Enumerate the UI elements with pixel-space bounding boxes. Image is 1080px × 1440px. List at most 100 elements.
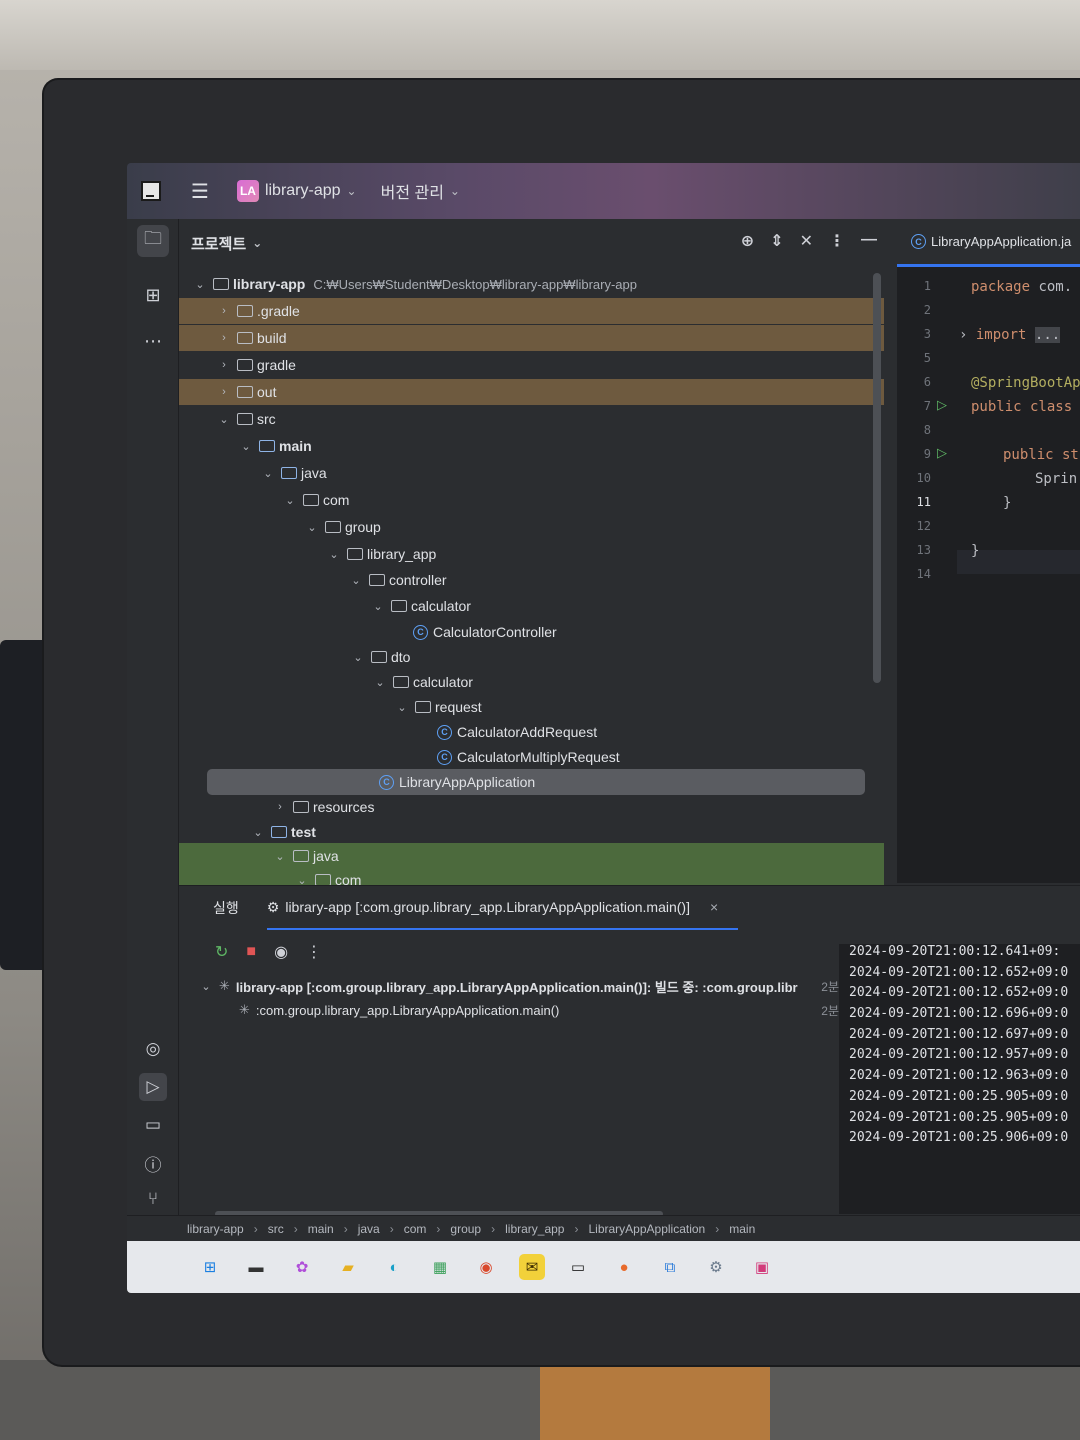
project-folder-icon[interactable]: 🗀 bbox=[137, 225, 169, 257]
tree-row[interactable]: ⌄ library_app bbox=[179, 541, 884, 567]
tree-row[interactable]: ⌄ test bbox=[179, 819, 884, 845]
project-panel-title[interactable]: 프로젝트 bbox=[191, 233, 246, 254]
chevron-right-icon[interactable]: › bbox=[217, 332, 231, 344]
vcs-menu[interactable]: 버전 관리 ⌄ bbox=[381, 179, 460, 203]
fold-chevron-icon[interactable]: › bbox=[959, 327, 967, 343]
run-task-row[interactable]: ⌄ ✳ library-app [:com.group.library_app.… bbox=[199, 974, 839, 998]
tree-row[interactable]: ⌄ main bbox=[179, 433, 884, 459]
chrome-browser-icon[interactable]: ◉ bbox=[473, 1254, 499, 1280]
tree-row[interactable]: C CalculatorMultiplyRequest bbox=[179, 744, 884, 770]
services-icon[interactable]: ◎ bbox=[139, 1035, 167, 1063]
tree-scrollbar[interactable] bbox=[873, 273, 881, 683]
tree-row[interactable]: ⌄ calculator bbox=[179, 593, 884, 619]
git-icon[interactable]: ⑂ bbox=[139, 1185, 167, 1213]
breadcrumb-item[interactable]: java bbox=[358, 1222, 380, 1236]
run-gutter-icon[interactable]: ▷ bbox=[937, 397, 947, 413]
postman-icon[interactable]: ● bbox=[611, 1254, 637, 1280]
chevron-right-icon[interactable]: › bbox=[217, 359, 231, 371]
code-editor[interactable]: C LibraryAppApplication.ja 1 2 3 5 6 7 8… bbox=[897, 219, 1080, 883]
tree-row-root[interactable]: ⌄ library-app C:₩Users₩Student₩Desktop₩l… bbox=[179, 271, 884, 297]
chevron-down-icon[interactable]: ⌄ bbox=[252, 236, 262, 250]
chevron-down-icon[interactable]: ⌄ bbox=[327, 548, 341, 561]
chevron-down-icon[interactable]: ⌄ bbox=[251, 826, 265, 839]
tree-row[interactable]: › out bbox=[179, 379, 884, 405]
run-gutter-icon[interactable]: ▷ bbox=[937, 445, 947, 461]
console-output[interactable]: 2024-09-20T21:00:12.641+09: 2024-09-20T2… bbox=[839, 944, 1080, 1214]
structure-icon[interactable]: ⊞ bbox=[137, 279, 169, 311]
options-icon[interactable]: ⋮ bbox=[306, 942, 322, 962]
chevron-down-icon[interactable]: ⌄ bbox=[273, 850, 287, 863]
copilot-icon[interactable]: ✿ bbox=[289, 1254, 315, 1280]
chevron-down-icon[interactable]: ⌄ bbox=[283, 494, 297, 507]
tree-row[interactable]: ⌄ dto bbox=[179, 644, 884, 670]
kakaotalk-icon[interactable]: ✉ bbox=[519, 1254, 545, 1280]
chevron-right-icon[interactable]: › bbox=[273, 801, 287, 813]
hide-panel-icon[interactable]: — bbox=[861, 231, 877, 251]
terminal-app-icon[interactable]: ▭ bbox=[565, 1254, 591, 1280]
chevron-right-icon[interactable]: › bbox=[217, 386, 231, 398]
chevron-down-icon[interactable]: ⌄ bbox=[239, 440, 253, 453]
chevron-down-icon[interactable]: ⌄ bbox=[217, 413, 231, 426]
tree-row[interactable]: C CalculatorController bbox=[179, 619, 884, 645]
store-icon[interactable]: ▦ bbox=[427, 1254, 453, 1280]
collapse-all-icon[interactable]: ✕ bbox=[800, 231, 813, 251]
tree-row[interactable]: C CalculatorAddRequest bbox=[179, 719, 884, 745]
tree-row[interactable]: ⌄ request bbox=[179, 694, 884, 720]
file-explorer-icon[interactable]: ▰ bbox=[335, 1254, 361, 1280]
close-icon[interactable]: × bbox=[710, 899, 718, 915]
chevron-down-icon[interactable]: ⌄ bbox=[199, 980, 213, 993]
tree-row[interactable]: ⌄ com bbox=[179, 487, 884, 513]
folded-code[interactable]: ... bbox=[1034, 327, 1061, 343]
rerun-icon[interactable]: ↻ bbox=[215, 942, 228, 962]
options-icon[interactable]: ⋮ bbox=[829, 231, 845, 251]
tree-row[interactable]: › gradle bbox=[179, 352, 884, 378]
stop-icon[interactable]: ■ bbox=[246, 943, 256, 961]
chevron-down-icon[interactable]: ⌄ bbox=[193, 278, 207, 291]
breadcrumb-item[interactable]: src bbox=[268, 1222, 284, 1236]
chevron-down-icon[interactable]: ⌄ bbox=[395, 701, 409, 714]
tree-row[interactable]: › resources bbox=[179, 794, 884, 820]
tree-row[interactable]: ⌄ src bbox=[179, 406, 884, 432]
edge-browser-icon[interactable]: ◐ bbox=[381, 1254, 407, 1280]
chevron-right-icon[interactable]: › bbox=[217, 305, 231, 317]
breadcrumb-item[interactable]: main bbox=[729, 1222, 755, 1236]
main-menu-icon[interactable]: ☰ bbox=[191, 179, 209, 204]
chevron-down-icon[interactable]: ⌄ bbox=[305, 521, 319, 534]
tree-row[interactable]: ⌄ controller bbox=[179, 567, 884, 593]
tree-row[interactable]: › build bbox=[179, 325, 884, 351]
run-tool-icon[interactable]: ▷ bbox=[139, 1073, 167, 1101]
show-icon[interactable]: ◉ bbox=[274, 942, 288, 962]
project-switcher[interactable]: LA library-app ⌄ bbox=[223, 180, 357, 202]
breadcrumb-item[interactable]: group bbox=[450, 1222, 481, 1236]
breadcrumb-item[interactable]: library-app bbox=[187, 1222, 244, 1236]
chevron-down-icon[interactable]: ⌄ bbox=[261, 467, 275, 480]
tree-row[interactable]: › .gradle bbox=[179, 298, 884, 324]
tree-row[interactable]: ⌄ group bbox=[179, 514, 884, 540]
tree-row[interactable]: ⌄ java bbox=[179, 843, 884, 869]
run-config-tab[interactable]: ⚙ library-app [:com.group.library_app.Li… bbox=[266, 886, 739, 930]
chevron-down-icon[interactable]: ⌄ bbox=[351, 651, 365, 664]
breadcrumb-item[interactable]: com bbox=[404, 1222, 427, 1236]
run-task-row[interactable]: ✳ :com.group.library_app.LibraryAppAppli… bbox=[199, 998, 839, 1022]
settings-gear-icon[interactable]: ⚙ bbox=[703, 1254, 729, 1280]
chevron-down-icon[interactable]: ⌄ bbox=[371, 600, 385, 613]
tree-row[interactable]: ⌄ java bbox=[179, 460, 884, 486]
breadcrumb-item[interactable]: library_app bbox=[505, 1222, 564, 1236]
editor-tab[interactable]: C LibraryAppApplication.ja bbox=[897, 219, 1080, 267]
intellij-logo-icon[interactable] bbox=[141, 181, 161, 201]
chevron-down-icon[interactable]: ⌄ bbox=[349, 574, 363, 587]
breadcrumb-item[interactable]: LibraryAppApplication bbox=[588, 1222, 705, 1236]
locate-file-icon[interactable]: ⊕ bbox=[741, 231, 754, 251]
breadcrumb-item[interactable]: main bbox=[308, 1222, 334, 1236]
terminal-icon[interactable]: ▭ bbox=[139, 1111, 167, 1139]
more-tools-icon[interactable]: ⋯ bbox=[137, 325, 169, 357]
tree-row-selected[interactable]: C LibraryAppApplication bbox=[207, 769, 865, 795]
windows-start-icon[interactable]: ⊞ bbox=[197, 1254, 223, 1280]
task-view-icon[interactable]: ▬ bbox=[243, 1254, 269, 1280]
tree-row[interactable]: ⌄ calculator bbox=[179, 669, 884, 695]
expand-all-icon[interactable]: ⇕ bbox=[770, 231, 783, 251]
problems-icon[interactable]: ⓘ bbox=[139, 1149, 167, 1177]
vscode-icon[interactable]: ⧉ bbox=[657, 1254, 683, 1280]
chevron-down-icon[interactable]: ⌄ bbox=[373, 676, 387, 689]
intellij-taskbar-icon[interactable]: ▣ bbox=[749, 1254, 775, 1280]
